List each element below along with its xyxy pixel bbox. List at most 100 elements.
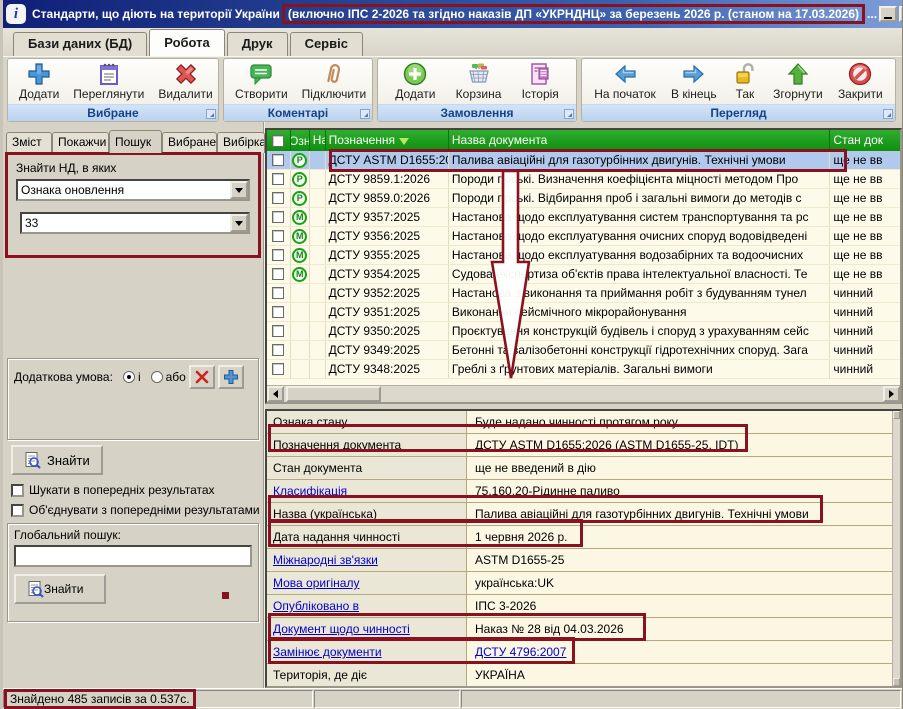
close-button[interactable]: Закрити <box>831 60 890 101</box>
comment-create-button[interactable]: Створити <box>228 60 295 101</box>
table-row[interactable]: ДСТУ 9350:2025 Проєктування конструкцій … <box>267 322 900 341</box>
doc-code: ДСТУ 9355:2025 <box>326 246 449 264</box>
dialog-launcher-icon[interactable] <box>564 109 574 119</box>
tab-work[interactable]: Робота <box>149 29 225 56</box>
criteria-value-combobox[interactable]: 33 <box>20 212 250 234</box>
sidebar-tab-selection[interactable]: Вибірка <box>217 132 265 153</box>
lock-button[interactable]: Так <box>725 60 765 101</box>
tab-databases[interactable]: Бази даних (БД) <box>13 32 147 56</box>
checkbox-icon[interactable] <box>11 504 24 517</box>
condition-add-button[interactable] <box>218 365 244 389</box>
collapse-button[interactable]: Згорнути <box>766 60 830 101</box>
minimize-button[interactable] <box>879 6 897 22</box>
row-checkbox[interactable] <box>272 192 284 204</box>
combo-dropdown-button[interactable] <box>230 181 248 199</box>
row-checkbox[interactable] <box>272 268 284 280</box>
radio-or[interactable] <box>151 371 163 383</box>
sidebar-tab-search[interactable]: Пошук <box>109 130 162 153</box>
scrollbar-thumb[interactable] <box>286 386 381 402</box>
header-availability[interactable]: Ная <box>310 130 326 151</box>
table-row[interactable]: М ДСТУ 9357:2025 Настанова щодо експлуат… <box>267 208 900 227</box>
table-row[interactable]: М ДСТУ 9354:2025 Судова експертиза об'єк… <box>267 265 900 284</box>
tab-service[interactable]: Сервіс <box>290 32 363 56</box>
scroll-down-button[interactable] <box>893 678 900 686</box>
table-row[interactable]: ДСТУ 9349:2025 Бетонні та залізобетонні … <box>267 341 900 360</box>
favorites-add-button[interactable]: Додати <box>12 60 66 101</box>
table-row[interactable]: Р ДСТУ 9859.0:2026 Породи гірські. Відби… <box>267 189 900 208</box>
comment-attach-button[interactable]: Підключити <box>295 60 374 101</box>
merge-with-previous-checkbox-row[interactable]: Об'єднувати з попередніми результатами <box>11 502 263 518</box>
row-checkbox[interactable] <box>272 249 284 261</box>
row-checkbox[interactable] <box>272 325 284 337</box>
global-find-button[interactable]: Знайти <box>14 574 106 604</box>
order-add-button[interactable]: Додати <box>388 60 442 101</box>
detail-label-link[interactable]: Опубліковано в <box>267 595 467 617</box>
row-checkbox[interactable] <box>272 230 284 242</box>
select-all-checkbox[interactable] <box>272 135 284 147</box>
detail-label: Територія, де діє <box>267 664 467 686</box>
criteria-field-combobox[interactable]: Ознака оновлення <box>16 179 250 201</box>
header-name[interactable]: Назва документа <box>449 130 831 151</box>
find-button[interactable]: Знайти <box>11 445 103 475</box>
sidebar-tab-indexes[interactable]: Покажчи <box>52 132 109 153</box>
order-basket-button[interactable]: Корзина <box>449 60 509 101</box>
detail-label: Стан документа <box>267 457 467 479</box>
table-row[interactable]: Р ДСТУ ASTM D1655:2026 ( Палива авіаційн… <box>267 151 900 170</box>
radio-and[interactable] <box>123 371 135 383</box>
scroll-left-button[interactable] <box>267 386 284 402</box>
update-mark-icon: Р <box>292 172 307 187</box>
doc-code: ДСТУ 9356:2025 <box>326 227 449 245</box>
condition-remove-button[interactable] <box>189 365 215 389</box>
detail-label-link[interactable]: Міжнародні зв'язки <box>267 549 467 571</box>
dialog-launcher-icon[interactable] <box>883 109 893 119</box>
detail-label-link[interactable]: Замінює документи <box>267 641 467 663</box>
go-end-button[interactable]: В кінець <box>664 60 724 101</box>
scroll-up-button[interactable] <box>893 411 900 419</box>
header-checkbox-cell[interactable] <box>267 130 291 151</box>
detail-value-link[interactable]: ДСТУ 4796:2007 <box>467 641 892 663</box>
table-row[interactable]: М ДСТУ 9355:2025 Настанова щодо експлуат… <box>267 246 900 265</box>
global-search-input[interactable] <box>14 545 252 567</box>
sidebar-tab-favorites[interactable]: Вибране <box>162 132 217 153</box>
go-start-button[interactable]: На початок <box>587 60 663 101</box>
favorites-view-button[interactable]: Переглянути <box>66 60 151 101</box>
detail-label-link[interactable]: Мова оригіналу <box>267 572 467 594</box>
header-code[interactable]: Позначення <box>326 130 449 151</box>
vertical-scrollbar[interactable] <box>892 411 900 686</box>
table-row[interactable]: Р ДСТУ 9859.1:2026 Породи гірські. Визна… <box>267 170 900 189</box>
table-row[interactable]: ДСТУ 9351:2025 Виконання сейсмічного мік… <box>267 303 900 322</box>
horizontal-scrollbar[interactable] <box>267 385 900 402</box>
detail-row: Позначення документа ДСТУ ASTM D1655:202… <box>267 434 892 457</box>
detail-label-link[interactable]: Документ щодо чинності <box>267 618 467 640</box>
detail-label-link[interactable]: Класифікація <box>267 480 467 502</box>
row-checkbox[interactable] <box>272 344 284 356</box>
scroll-right-button[interactable] <box>883 386 900 402</box>
checkbox-icon[interactable] <box>11 484 24 497</box>
row-checkbox[interactable] <box>272 306 284 318</box>
group-view: На початок В кінець Так Згорнути <box>581 58 896 122</box>
tab-print[interactable]: Друк <box>227 32 288 56</box>
sidebar-tab-contents[interactable]: Зміст <box>6 132 52 153</box>
row-checkbox[interactable] <box>272 173 284 185</box>
detail-row: Мова оригіналу українська:UK <box>267 572 892 595</box>
row-checkbox[interactable] <box>272 154 284 166</box>
dialog-launcher-icon[interactable] <box>360 109 370 119</box>
maximize-button[interactable] <box>899 6 902 22</box>
row-checkbox[interactable] <box>272 287 284 299</box>
search-in-previous-checkbox-row[interactable]: Шукати в попередніх результатах <box>11 482 263 498</box>
row-checkbox[interactable] <box>272 211 284 223</box>
order-history-button[interactable]: Історія <box>515 60 566 101</box>
table-row[interactable]: М ДСТУ 9356:2025 Настанова щодо експлуат… <box>267 227 900 246</box>
combo-dropdown-button[interactable] <box>230 214 248 232</box>
dialog-launcher-icon[interactable] <box>206 109 216 119</box>
plus-circle-icon <box>402 61 428 87</box>
detail-row: Замінює документи ДСТУ 4796:2007 <box>267 641 892 664</box>
table-row[interactable]: ДСТУ 9352:2025 Настанова з виконання та … <box>267 284 900 303</box>
detail-row: Ознака стану Буде надано чинності протяг… <box>267 411 892 434</box>
header-mark[interactable]: Озн <box>291 130 310 151</box>
padlock-icon <box>732 61 758 87</box>
row-checkbox[interactable] <box>272 363 284 375</box>
header-status[interactable]: Стан док <box>830 130 900 151</box>
favorites-delete-button[interactable]: Видалити <box>151 60 219 101</box>
table-row[interactable]: ДСТУ 9348:2025 Греблі з ґрунтових матері… <box>267 360 900 379</box>
